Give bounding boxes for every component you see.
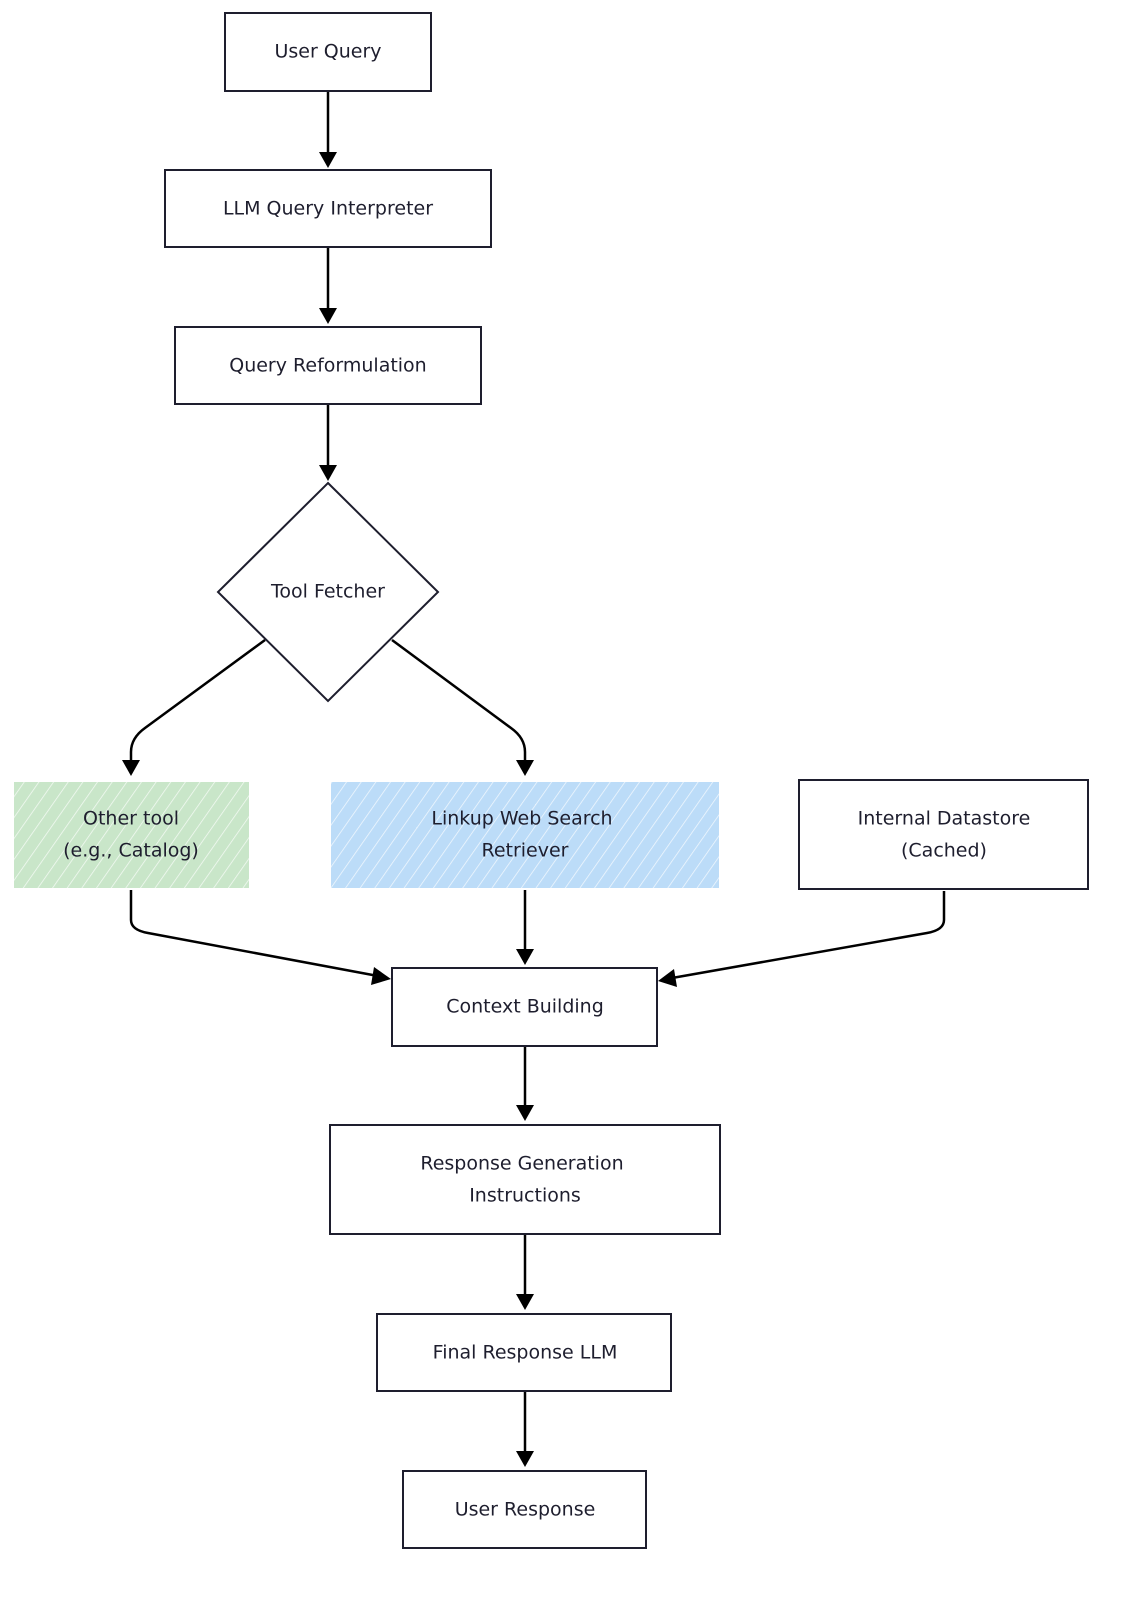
node-response-generation-instructions: Response Generation Instructions bbox=[329, 1124, 721, 1235]
arrowhead bbox=[516, 760, 534, 776]
edge-internal-to-context bbox=[671, 891, 946, 980]
arrowhead bbox=[658, 969, 677, 987]
arrowhead bbox=[371, 967, 391, 985]
node-label: Context Building bbox=[446, 996, 604, 1018]
node-other-tool: Other tool (e.g., Catalog) bbox=[14, 782, 249, 888]
edge-other-tool-to-context bbox=[129, 890, 379, 978]
arrowhead bbox=[516, 949, 534, 965]
node-label: Final Response LLM bbox=[433, 1342, 618, 1364]
node-label: LLM Query Interpreter bbox=[223, 198, 433, 220]
flow-diagram: User Query LLM Query Interpreter Query R… bbox=[14, 12, 1089, 1549]
node-user-query: User Query bbox=[224, 12, 432, 92]
node-label: Internal Datastore bbox=[858, 808, 1031, 830]
node-query-reformulation: Query Reformulation bbox=[174, 326, 482, 405]
node-label: Response Generation bbox=[420, 1153, 623, 1175]
node-tool-fetcher: Tool Fetcher bbox=[216, 481, 440, 703]
node-label: (e.g., Catalog) bbox=[63, 840, 199, 862]
node-label: Other tool bbox=[83, 808, 179, 830]
node-user-response: User Response bbox=[402, 1470, 647, 1549]
node-label: Linkup Web Search bbox=[431, 808, 612, 830]
arrowhead bbox=[516, 1451, 534, 1467]
arrowhead bbox=[319, 465, 337, 481]
node-internal-datastore: Internal Datastore (Cached) bbox=[798, 779, 1089, 890]
edge-tool-fetcher-to-other-tool bbox=[129, 638, 266, 762]
arrowhead bbox=[516, 1294, 534, 1310]
arrowhead bbox=[122, 760, 140, 776]
node-label: User Query bbox=[274, 41, 381, 63]
node-label: Tool Fetcher bbox=[270, 581, 385, 603]
node-linkup-web-search-retriever: Linkup Web Search Retriever bbox=[331, 782, 719, 888]
arrowhead bbox=[319, 308, 337, 324]
node-label: Query Reformulation bbox=[229, 355, 426, 377]
arrowhead bbox=[516, 1105, 534, 1121]
node-label: (Cached) bbox=[901, 840, 987, 862]
node-label: User Response bbox=[455, 1499, 596, 1521]
node-llm-query-interpreter: LLM Query Interpreter bbox=[164, 169, 492, 248]
node-label: Instructions bbox=[469, 1185, 581, 1207]
node-label: Retriever bbox=[481, 840, 568, 862]
arrowhead bbox=[319, 152, 337, 168]
node-context-building: Context Building bbox=[391, 967, 658, 1047]
node-final-response-llm: Final Response LLM bbox=[376, 1313, 672, 1392]
edge-tool-fetcher-to-linkup bbox=[391, 638, 527, 762]
